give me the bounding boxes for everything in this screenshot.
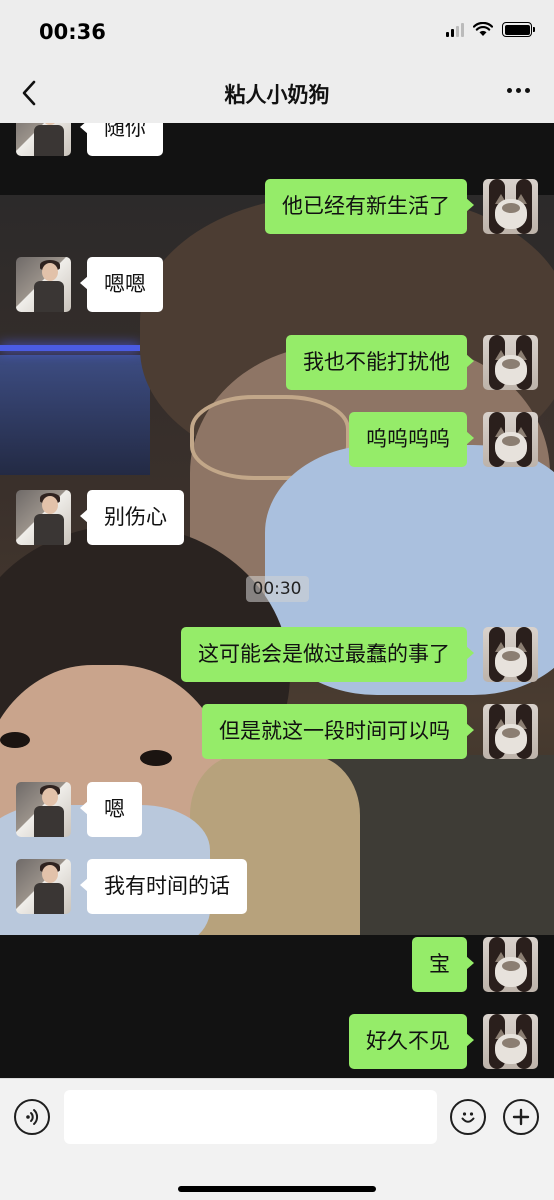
message-row: 呜呜呜呜 [349, 412, 538, 467]
more-functions-button[interactable] [503, 1099, 539, 1135]
message-row: 宝 [412, 937, 538, 992]
my-avatar[interactable] [483, 704, 538, 759]
message-row: 别伤心 [16, 490, 184, 545]
contact-avatar[interactable] [16, 782, 71, 837]
message-bubble[interactable]: 这可能会是做过最蠢的事了 [181, 627, 474, 682]
voice-input-button[interactable] [14, 1099, 50, 1135]
contact-avatar[interactable] [16, 257, 71, 312]
contact-avatar[interactable] [16, 123, 71, 156]
chat-title: 粘人小奶狗 [224, 83, 330, 107]
my-avatar[interactable] [483, 1014, 538, 1069]
emoji-button[interactable] [450, 1099, 486, 1135]
message-row: 但是就这一段时间可以吗 [202, 704, 538, 759]
message-bubble[interactable]: 好久不见 [349, 1014, 474, 1069]
home-indicator [178, 1186, 376, 1192]
my-avatar[interactable] [483, 412, 538, 467]
message-bubble[interactable]: 呜呜呜呜 [349, 412, 474, 467]
message-bubble[interactable]: 宝 [412, 937, 474, 992]
message-row: 他已经有新生活了 [265, 179, 538, 234]
ellipsis-icon [507, 88, 512, 93]
my-avatar[interactable] [483, 937, 538, 992]
my-avatar[interactable] [483, 179, 538, 234]
message-bubble[interactable]: 嗯嗯 [80, 257, 163, 312]
message-row: 随你 [16, 123, 163, 156]
my-avatar[interactable] [483, 627, 538, 682]
message-row: 我有时间的话 [16, 859, 247, 914]
emoji-icon [461, 1112, 475, 1123]
battery-icon [502, 22, 535, 37]
message-bubble[interactable]: 嗯 [80, 782, 142, 837]
chat-area[interactable]: 随你 他已经有新生活了 嗯嗯 我也不能打扰他 呜呜呜呜 别伤心 00:30 这可… [0, 123, 554, 1078]
cellular-signal-icon [446, 22, 464, 37]
message-bubble[interactable]: 我有时间的话 [80, 859, 247, 914]
top-bar: 00:36 粘人小奶狗 [0, 0, 554, 123]
contact-avatar[interactable] [16, 859, 71, 914]
more-options-button[interactable] [505, 82, 532, 99]
plus-icon [512, 1108, 530, 1126]
message-bubble[interactable]: 他已经有新生活了 [265, 179, 474, 234]
wifi-icon [473, 22, 493, 36]
message-input[interactable] [64, 1090, 437, 1144]
status-time: 00:36 [39, 20, 106, 44]
message-bubble[interactable]: 别伤心 [80, 490, 184, 545]
status-icons [446, 22, 535, 37]
message-row: 嗯 [16, 782, 142, 837]
message-row: 我也不能打扰他 [286, 335, 538, 390]
message-bubble[interactable]: 我也不能打扰他 [286, 335, 474, 390]
message-row: 好久不见 [349, 1014, 538, 1069]
voice-icon [26, 1109, 39, 1125]
message-row: 嗯嗯 [16, 257, 163, 312]
my-avatar[interactable] [483, 335, 538, 390]
message-timestamp: 00:30 [0, 576, 554, 602]
contact-avatar[interactable] [16, 490, 71, 545]
message-bubble[interactable]: 但是就这一段时间可以吗 [202, 704, 474, 759]
message-bubble[interactable]: 随你 [80, 123, 163, 156]
message-row: 这可能会是做过最蠢的事了 [181, 627, 538, 682]
input-bar [0, 1078, 554, 1200]
